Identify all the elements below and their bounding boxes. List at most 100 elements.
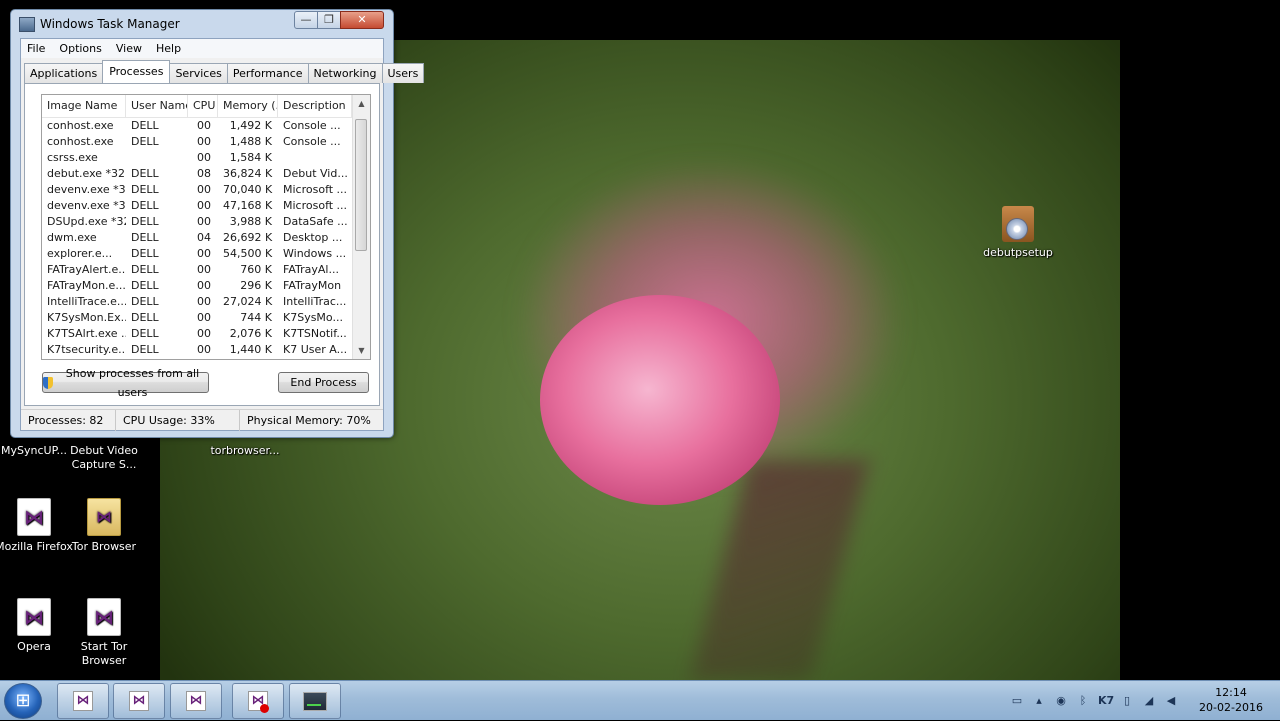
table-row[interactable]: devenv.exe *32 DELL 00 47,168 K Microsoft ..… [42, 198, 370, 214]
desktop-icon-label: debutpsetup [983, 246, 1053, 259]
visual-studio-icon [17, 598, 51, 636]
wallpaper-flower [540, 295, 780, 505]
user-name-cell: DELL [131, 343, 159, 356]
clock-date: 20-02-2016 [1199, 701, 1263, 714]
user-name-cell: DELL [131, 167, 159, 180]
table-row[interactable]: devenv.exe *32 DELL 00 70,040 K Microsoft ..… [42, 182, 370, 198]
user-name-cell: DELL [131, 135, 159, 148]
process-name-cell: DSUpd.exe *32 [47, 215, 126, 228]
tab-users[interactable]: Users [381, 63, 425, 83]
process-name-cell: explorer.e... [47, 247, 113, 260]
memory-cell: 3,988 K [229, 215, 272, 228]
taskbar-button-task-manager[interactable] [289, 683, 341, 719]
end-process-button[interactable]: End Process [278, 372, 369, 393]
table-row[interactable]: DSUpd.exe *32 DELL 00 3,988 K DataSafe ... [42, 214, 370, 230]
description-cell: FATrayMon [283, 279, 342, 292]
table-row[interactable]: FATrayMon.e... DELL 00 296 K FATrayMon [42, 278, 370, 294]
description-cell: K7 User A... [283, 343, 348, 356]
memory-cell: 296 K [240, 279, 272, 292]
scrollbar-thumb[interactable] [355, 119, 367, 251]
user-name-cell: DELL [131, 263, 159, 276]
vertical-scrollbar[interactable]: ▲ ▼ [352, 95, 370, 359]
table-row[interactable]: debut.exe *32 DELL 08 36,824 K Debut Vid... [42, 166, 370, 182]
column-memory[interactable]: Memory (... [218, 95, 278, 117]
table-row[interactable]: conhost.exe DELL 00 1,492 K Console ... [42, 118, 370, 134]
keyboard-icon[interactable]: ▭ [1010, 694, 1024, 708]
table-row[interactable]: explorer.e... DELL 00 54,500 K Windows ... [42, 246, 370, 262]
description-cell: K7TSNotif... [283, 327, 347, 340]
cpu-cell: 00 [197, 263, 211, 276]
table-row[interactable]: csrss.exe 00 1,584 K [42, 150, 370, 166]
menu-options[interactable]: Options [53, 39, 109, 58]
table-row[interactable]: FATrayAlert.e... DELL 00 760 K FATrayAl... [42, 262, 370, 278]
scroll-down-arrow-icon[interactable]: ▼ [353, 342, 370, 359]
menu-view[interactable]: View [110, 39, 150, 58]
memory-cell: 26,692 K [223, 231, 273, 244]
column-user-name[interactable]: User Name [126, 95, 188, 117]
menu-help[interactable]: Help [150, 39, 189, 58]
cpu-cell: 00 [197, 215, 211, 228]
table-row[interactable]: conhost.exe DELL 00 1,488 K Console ... [42, 134, 370, 150]
start-button[interactable]: ⊞ [4, 683, 42, 719]
show-all-users-button[interactable]: Show processes from all users [42, 367, 209, 399]
tab-networking[interactable]: Networking [307, 63, 383, 83]
taskbar-button-debut[interactable]: ⋈ [232, 683, 284, 719]
table-row[interactable]: K7TSAlrt.exe ... DELL 00 2,076 K K7TSNotif..… [42, 326, 370, 342]
tab-performance[interactable]: Performance [226, 63, 309, 83]
tab-strip: Applications Processes Services Performa… [24, 60, 425, 83]
user-name-cell: DELL [131, 183, 159, 196]
desktop-icon-firefox[interactable]: Mozilla Firefox [0, 498, 74, 554]
system-clock[interactable]: 12:14 20-02-2016 [1196, 685, 1266, 715]
process-list-header: Image Name User Name CPU Memory (... Des… [42, 95, 370, 118]
description-cell: Windows ... [283, 247, 347, 260]
process-list[interactable]: Image Name User Name CPU Memory (... Des… [41, 94, 371, 360]
table-row[interactable]: K7SysMon.Ex... DELL 00 744 K K7SysMo... [42, 310, 370, 326]
installer-icon [1002, 206, 1034, 242]
scroll-up-arrow-icon[interactable]: ▲ [353, 95, 370, 112]
column-image-name[interactable]: Image Name [42, 95, 126, 117]
user-name-cell: DELL [131, 327, 159, 340]
description-cell: K7SysMo... [283, 311, 343, 324]
cpu-cell: 00 [197, 327, 211, 340]
desktop-icon-torbrowser[interactable]: torbrowser... [205, 444, 285, 458]
tab-processes[interactable]: Processes [102, 60, 171, 83]
minimize-button[interactable]: — [294, 11, 318, 29]
column-description[interactable]: Description [278, 95, 352, 117]
description-cell: DataSafe ... [283, 215, 348, 228]
description-cell: Debut Vid... [283, 167, 348, 180]
table-row[interactable]: IntelliTrace.e... DELL 00 27,024 K IntelliTr… [42, 294, 370, 310]
maximize-button[interactable]: ❐ [317, 11, 341, 29]
desktop-icon-opera[interactable]: Opera [0, 598, 74, 654]
window-title: Windows Task Manager [40, 17, 180, 31]
desktop-icon-debut-video[interactable]: Debut Video Capture S... [64, 444, 144, 472]
memory-cell: 27,024 K [223, 295, 273, 308]
desktop-icon-debutpsetup[interactable]: debutpsetup [978, 206, 1058, 260]
battery-icon[interactable]: ▯ [1120, 694, 1134, 708]
taskbar-button-visual-studio-3[interactable]: ⋈ [170, 683, 222, 719]
desktop-icon-mysyncup[interactable]: MySyncUP... [0, 444, 74, 458]
menu-file[interactable]: File [21, 39, 53, 58]
k7-antivirus-icon[interactable]: K7 [1098, 694, 1114, 708]
show-hidden-icons-icon[interactable]: ▴ [1032, 694, 1046, 708]
taskbar-button-visual-studio-2[interactable]: ⋈ [113, 683, 165, 719]
user-name-cell: DELL [131, 295, 159, 308]
uac-shield-icon [43, 376, 53, 389]
user-name-cell: DELL [131, 247, 159, 260]
column-cpu[interactable]: CPU [188, 95, 218, 117]
tab-applications[interactable]: Applications [24, 63, 104, 83]
network-icon[interactable]: ◢ [1142, 694, 1156, 708]
taskbar-button-visual-studio-1[interactable]: ⋈ [57, 683, 109, 719]
notification-area: ▭ ▴ ◉ ᛒ K7 ▯ ◢ ◀ [1006, 681, 1182, 721]
cpu-cell: 08 [197, 167, 211, 180]
close-button[interactable]: ✕ [340, 11, 384, 29]
desktop-icon-tor-browser[interactable]: Tor Browser [64, 498, 144, 554]
volume-icon[interactable]: ◀ [1164, 694, 1178, 708]
desktop-icon-start-tor[interactable]: Start Tor Browser [64, 598, 144, 668]
memory-cell: 744 K [240, 311, 272, 324]
bluetooth-icon[interactable]: ᛒ [1076, 694, 1090, 708]
table-row[interactable]: K7tsecurity.e... DELL 00 1,440 K K7 User A..… [42, 342, 370, 358]
security-icon[interactable]: ◉ [1054, 694, 1068, 708]
title-bar[interactable]: Windows Task Manager [19, 15, 180, 33]
table-row[interactable]: dwm.exe DELL 04 26,692 K Desktop ... [42, 230, 370, 246]
tab-services[interactable]: Services [169, 63, 228, 83]
